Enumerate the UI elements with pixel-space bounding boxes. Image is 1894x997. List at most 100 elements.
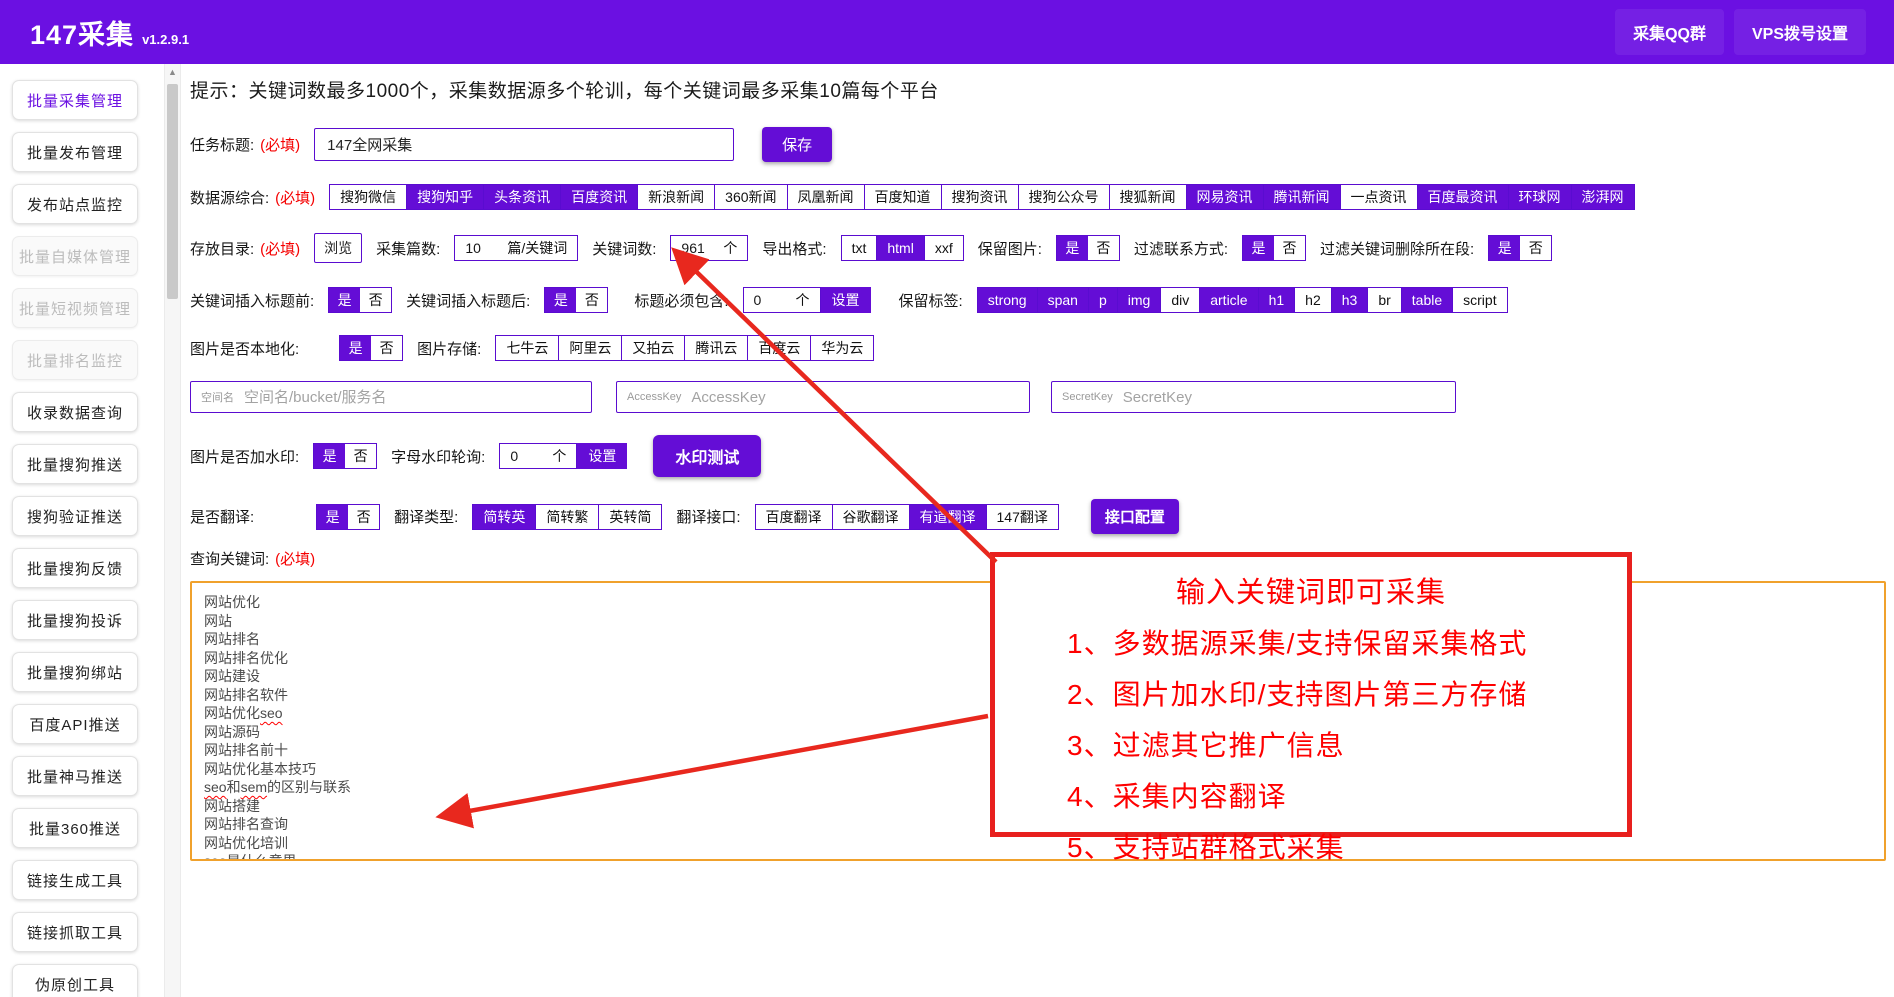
no-option[interactable]: 否 <box>371 336 402 360</box>
keep-tag[interactable]: br <box>1367 287 1401 313</box>
browse-button[interactable]: 浏览 <box>314 233 362 263</box>
translate-api-tag[interactable]: 有道翻译 <box>909 504 987 530</box>
keep-tag[interactable]: article <box>1199 287 1258 313</box>
datasource-tag[interactable]: 百度知道 <box>864 184 942 210</box>
storage-tag[interactable]: 七牛云 <box>495 335 559 361</box>
keyword-count-input[interactable]: 961 个 <box>670 235 748 261</box>
sidebar-item[interactable]: 百度API推送 <box>12 704 138 744</box>
task-title-input[interactable] <box>314 128 734 161</box>
sidebar-item[interactable]: 批量搜狗投诉 <box>12 600 138 640</box>
datasource-tag[interactable]: 澎湃网 <box>1571 184 1635 210</box>
datasource-tag[interactable]: 百度最资讯 <box>1417 184 1509 210</box>
translate-type-tag[interactable]: 简转英 <box>472 504 536 530</box>
keep-tag[interactable]: strong <box>977 287 1038 313</box>
sidebar-scrollbar[interactable]: ▲ <box>164 64 181 997</box>
datasource-tag[interactable]: 环球网 <box>1508 184 1572 210</box>
datasource-tag[interactable]: 搜狗公众号 <box>1018 184 1110 210</box>
storage-tag[interactable]: 阿里云 <box>558 335 622 361</box>
sidebar-item[interactable]: 伪原创工具 <box>12 964 138 997</box>
keep-tag[interactable]: script <box>1452 287 1507 313</box>
translate-api-tag[interactable]: 147翻译 <box>986 504 1059 530</box>
translate-api-tag[interactable]: 百度翻译 <box>755 504 833 530</box>
datasource-tag[interactable]: 360新闻 <box>714 184 787 210</box>
nav-qq-group-button[interactable]: 采集QQ群 <box>1615 9 1724 55</box>
scroll-up-icon[interactable]: ▲ <box>165 64 180 81</box>
save-button[interactable]: 保存 <box>762 127 832 162</box>
accesskey-input[interactable] <box>691 389 1029 406</box>
no-option[interactable]: 否 <box>360 288 391 312</box>
title-must-contain-input[interactable]: 0 个 <box>743 287 821 313</box>
no-option[interactable]: 否 <box>1088 236 1119 260</box>
datasource-tag[interactable]: 搜狐新闻 <box>1109 184 1187 210</box>
nav-vps-settings-button[interactable]: VPS拨号设置 <box>1734 9 1866 55</box>
no-option[interactable]: 否 <box>1274 236 1305 260</box>
sidebar-item[interactable]: 收录数据查询 <box>12 392 138 432</box>
keep-tag[interactable]: h1 <box>1258 287 1296 313</box>
no-option[interactable]: 否 <box>576 288 607 312</box>
datasource-tag[interactable]: 凤凰新闻 <box>787 184 865 210</box>
datasource-tag[interactable]: 搜狗知乎 <box>406 184 484 210</box>
yes-option[interactable]: 是 <box>545 288 576 312</box>
export-format-tag[interactable]: xxf <box>924 235 964 261</box>
set-button[interactable]: 设置 <box>821 287 871 313</box>
storage-tag[interactable]: 又拍云 <box>621 335 685 361</box>
keep-tag[interactable]: span <box>1037 287 1089 313</box>
storage-tag[interactable]: 百度云 <box>747 335 811 361</box>
keep-tag[interactable]: h2 <box>1294 287 1332 313</box>
bucket-name-input[interactable] <box>244 389 591 406</box>
sidebar-item[interactable]: 链接抓取工具 <box>12 912 138 952</box>
datasource-tag[interactable]: 网易资讯 <box>1186 184 1264 210</box>
filter-contact-label: 过滤联系方式: <box>1134 238 1228 259</box>
sidebar-item[interactable]: 搜狗验证推送 <box>12 496 138 536</box>
sidebar-item[interactable]: 链接生成工具 <box>12 860 138 900</box>
yes-option[interactable]: 是 <box>317 505 348 529</box>
datasource-tag[interactable]: 头条资讯 <box>483 184 561 210</box>
no-option[interactable]: 否 <box>1520 236 1551 260</box>
yes-option[interactable]: 是 <box>314 444 345 468</box>
yes-option[interactable]: 是 <box>1057 236 1088 260</box>
sidebar: 批量采集管理批量发布管理发布站点监控批量自媒体管理批量短视频管理批量排名监控收录… <box>0 64 162 997</box>
collect-count-input[interactable]: 10 篇/关键词 <box>454 235 578 261</box>
keep-tag[interactable]: p <box>1088 287 1118 313</box>
datasource-tag[interactable]: 一点资讯 <box>1340 184 1418 210</box>
sidebar-item[interactable]: 批量搜狗反馈 <box>12 548 138 588</box>
watermark-row: 图片是否加水印: 是 否 字母水印轮询: 0 个 设置 水印测试 <box>190 435 1886 477</box>
sidebar-item[interactable]: 批量360推送 <box>12 808 138 848</box>
yes-option[interactable]: 是 <box>1489 236 1520 260</box>
set-button[interactable]: 设置 <box>577 443 627 469</box>
sidebar-item[interactable]: 批量搜狗推送 <box>12 444 138 484</box>
storage-tag[interactable]: 腾讯云 <box>684 335 748 361</box>
export-format-tag[interactable]: html <box>876 235 924 261</box>
yes-option[interactable]: 是 <box>1243 236 1274 260</box>
letter-watermark-input[interactable]: 0 个 <box>499 443 577 469</box>
sidebar-item[interactable]: 批量采集管理 <box>12 80 138 120</box>
directory-row: 存放目录: (必填) 浏览 采集篇数: 10 篇/关键词 关键词数: 961 个… <box>190 233 1886 263</box>
datasource-tag[interactable]: 搜狗资讯 <box>941 184 1019 210</box>
keep-tag[interactable]: div <box>1160 287 1200 313</box>
datasource-tag[interactable]: 百度资讯 <box>560 184 638 210</box>
scrollbar-thumb[interactable] <box>167 84 178 299</box>
yes-option[interactable]: 是 <box>329 288 360 312</box>
translate-type-tag[interactable]: 英转简 <box>598 504 662 530</box>
translate-api-tag[interactable]: 谷歌翻译 <box>832 504 910 530</box>
sidebar-item[interactable]: 批量神马推送 <box>12 756 138 796</box>
datasource-tag[interactable]: 搜狗微信 <box>329 184 407 210</box>
api-config-button[interactable]: 接口配置 <box>1091 499 1179 534</box>
keep-tag[interactable]: h3 <box>1331 287 1369 313</box>
accesskey-field: AccessKey <box>616 381 1030 413</box>
keep-tag[interactable]: table <box>1401 287 1453 313</box>
no-option[interactable]: 否 <box>348 505 379 529</box>
sidebar-item[interactable]: 批量搜狗绑站 <box>12 652 138 692</box>
watermark-test-button[interactable]: 水印测试 <box>653 435 761 477</box>
sidebar-item[interactable]: 批量发布管理 <box>12 132 138 172</box>
storage-tag[interactable]: 华为云 <box>810 335 874 361</box>
yes-option[interactable]: 是 <box>340 336 371 360</box>
datasource-tag[interactable]: 新浪新闻 <box>637 184 715 210</box>
translate-type-tag[interactable]: 简转繁 <box>535 504 599 530</box>
export-format-tag[interactable]: txt <box>841 235 878 261</box>
datasource-tag[interactable]: 腾讯新闻 <box>1263 184 1341 210</box>
keep-tag[interactable]: img <box>1117 287 1162 313</box>
secretkey-input[interactable] <box>1123 389 1455 406</box>
no-option[interactable]: 否 <box>345 444 376 468</box>
sidebar-item[interactable]: 发布站点监控 <box>12 184 138 224</box>
